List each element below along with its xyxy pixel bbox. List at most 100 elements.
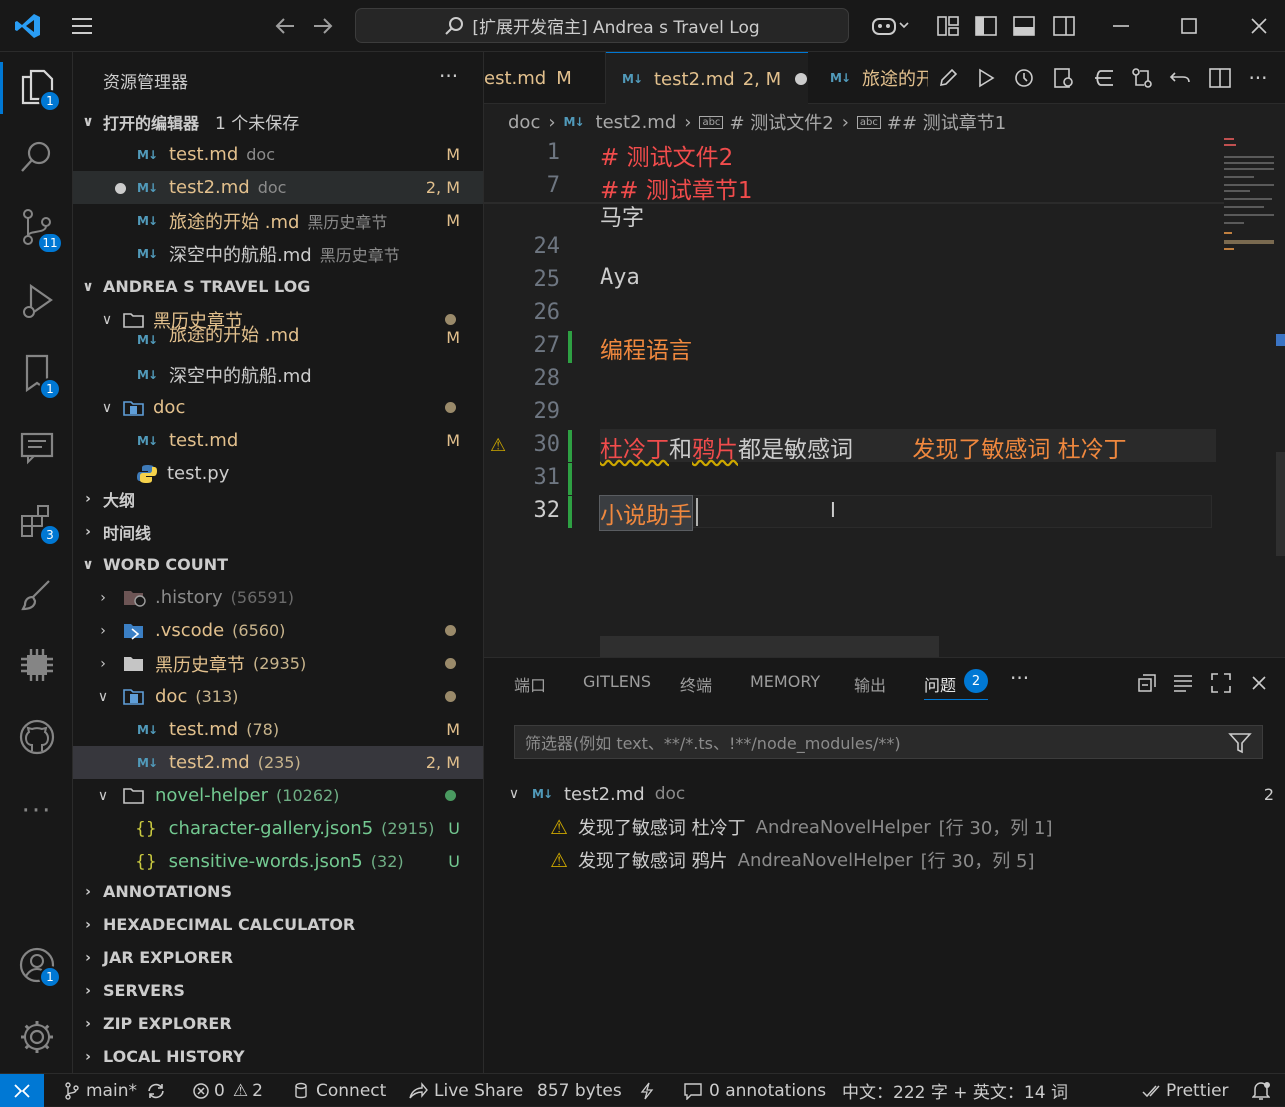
timeline-history-icon[interactable] (1010, 64, 1038, 92)
split-editor-icon[interactable] (1206, 64, 1234, 92)
close-icon[interactable] (1244, 12, 1274, 40)
panel-more-icon[interactable]: ··· (1010, 666, 1029, 690)
breadcrumb-doc[interactable]: doc (508, 112, 540, 133)
tab-journey-md[interactable]: M↓ 旅途的开 (808, 52, 928, 104)
open-editor-item[interactable]: M↓ 旅途的开始 .md 黑历史章节 M (73, 204, 483, 237)
wc-file-item[interactable]: {} character-gallery.json5 (2915) U (73, 812, 483, 845)
wc-folder-item[interactable]: ∨ doc (313) (73, 680, 483, 713)
jar-explorer-header[interactable]: › JAR EXPLORER (73, 941, 483, 974)
more-actions-icon[interactable]: ··· (1244, 64, 1272, 92)
close-panel-icon[interactable] (1246, 670, 1272, 696)
vertical-scrollbar[interactable] (1276, 452, 1285, 556)
minimap[interactable] (1220, 136, 1280, 256)
tab-test2-md[interactable]: M↓ test2.md 2, M (606, 52, 808, 105)
remote-indicator[interactable] (0, 1074, 44, 1107)
horizontal-scrollbar[interactable] (600, 636, 939, 657)
code-area[interactable]: 马字 24 25 Aya 26 27 编程语言 28 29 ⚠ 30 杜冷丁和鸦… (484, 136, 1285, 657)
revert-icon[interactable] (1166, 64, 1194, 92)
toggle-panel-icon[interactable] (1010, 12, 1038, 40)
annotations-status[interactable]: 0 annotations (683, 1074, 826, 1107)
breadcrumb-heading1[interactable]: # 测试文件2 (729, 109, 833, 135)
sidebar-more-button[interactable]: ··· (439, 64, 458, 88)
github-icon[interactable] (14, 714, 60, 760)
file-item[interactable]: test.py (73, 457, 483, 483)
tab-ports[interactable]: 端口 (514, 672, 546, 696)
file-item[interactable]: M↓ 旅途的开始 .md M (73, 325, 483, 347)
forward-arrow-icon[interactable] (308, 12, 338, 40)
unsaved-dot-icon[interactable] (795, 73, 808, 85)
brush-icon[interactable] (14, 572, 60, 618)
open-editor-item[interactable]: M↓ 深空中的航船.md 黑历史章节 (73, 237, 483, 270)
settings-gear-icon[interactable] (14, 1014, 60, 1060)
wc-file-item-selected[interactable]: M↓ test2.md (235) 2, M (73, 746, 483, 779)
tab-output[interactable]: 输出 (854, 672, 886, 696)
search-icon[interactable] (14, 134, 60, 180)
timeline-header[interactable]: › 时间线 (73, 515, 483, 548)
wc-file-item[interactable]: M↓ test.md (78) M (73, 713, 483, 746)
filter-icon[interactable] (1228, 732, 1252, 754)
notifications-bell-icon[interactable] (1252, 1074, 1270, 1107)
live-share[interactable]: Live Share (408, 1074, 523, 1107)
tab-gitlens[interactable]: GITLENS (583, 672, 651, 691)
layout-icon[interactable] (934, 12, 962, 40)
sync-icon[interactable] (146, 1074, 166, 1107)
open-editor-item-active[interactable]: M↓ test2.md doc 2, M (73, 171, 483, 204)
comments-icon[interactable] (14, 424, 60, 470)
copilot-icon[interactable] (866, 12, 914, 40)
word-stats[interactable]: 中文：222 字 + 英文：14 词 (842, 1074, 1068, 1107)
minimize-icon[interactable] (1106, 12, 1136, 40)
tab-memory[interactable]: MEMORY (750, 672, 820, 691)
wc-folder-item[interactable]: › .vscode (6560) (73, 614, 483, 647)
file-item[interactable]: M↓ test.md M (73, 424, 483, 457)
back-arrow-icon[interactable] (270, 12, 300, 40)
more-icon[interactable]: ··· (14, 788, 60, 834)
problem-item[interactable]: ⚠ 发现了敏感词 杜冷丁 AndreaNovelHelper [行 30，列 1… (550, 811, 1053, 843)
tab-test-md[interactable]: est.md M (484, 52, 606, 104)
folder-item[interactable]: ∨ doc (73, 391, 483, 424)
open-editor-item[interactable]: M↓ test.md doc M (73, 138, 483, 171)
toggle-secondary-sidebar-icon[interactable] (1050, 12, 1078, 40)
menu-icon[interactable] (66, 12, 98, 40)
compare-icon[interactable] (1090, 64, 1118, 92)
word-wrap-icon[interactable] (1170, 670, 1196, 696)
db-connect[interactable]: Connect (294, 1074, 386, 1107)
servers-header[interactable]: › SERVERS (73, 974, 483, 1007)
command-center-search[interactable]: [扩展开发宿主] Andrea s Travel Log (355, 8, 849, 43)
hex-calculator-header[interactable]: › HEXADECIMAL CALCULATOR (73, 908, 483, 941)
git-branch[interactable]: main* (64, 1074, 137, 1107)
breadcrumb-heading2[interactable]: ## 测试章节1 (887, 109, 1006, 135)
extensions-icon[interactable]: 3 (14, 498, 61, 546)
file-size[interactable]: 857 bytes (537, 1074, 622, 1107)
zip-explorer-header[interactable]: › ZIP EXPLORER (73, 1007, 483, 1040)
annotations-header[interactable]: › ANNOTATIONS (73, 875, 483, 908)
word-count-header[interactable]: ∨ WORD COUNT (73, 548, 483, 581)
problem-item[interactable]: ⚠ 发现了敏感词 鸦片 AndreaNovelHelper [行 30，列 5] (550, 844, 1035, 876)
wc-folder-item[interactable]: › .history (56591) (73, 581, 483, 614)
wc-file-item[interactable]: {} sensitive-words.json5 (32) U (73, 845, 483, 878)
source-control-icon[interactable]: 11 (14, 204, 63, 254)
problems-filter-input[interactable]: 筛选器(例如 text、**/*.ts、!**/node_modules/**) (514, 725, 1263, 759)
breadcrumb-file[interactable]: test2.md (596, 112, 677, 133)
problems-file-row[interactable]: ∨ M↓ test2.md doc 2 (504, 778, 1274, 810)
open-editors-header[interactable]: ∨ 打开的编辑器 1 个未保存 (73, 105, 483, 138)
local-history-header[interactable]: › LOCAL HISTORY (73, 1040, 483, 1073)
explorer-icon[interactable]: 1 (14, 64, 61, 112)
tab-terminal[interactable]: 终端 (680, 672, 712, 696)
edit-pencil-icon[interactable] (934, 64, 962, 92)
workspace-header[interactable]: ∨ ANDREA S TRAVEL LOG (73, 270, 483, 303)
open-preview-icon[interactable] (1050, 64, 1078, 92)
problems-status[interactable]: 0 ⚠ 2 (192, 1074, 263, 1107)
accounts-icon[interactable]: 1 (14, 942, 61, 988)
tab-problems[interactable]: 问题 2 (924, 669, 989, 700)
maximize-panel-icon[interactable] (1208, 670, 1234, 696)
file-item[interactable]: M↓ 深空中的航船.md (73, 358, 483, 391)
sensitive-word[interactable]: 鸦片 (692, 437, 738, 463)
maximize-icon[interactable] (1174, 12, 1204, 40)
chip-icon[interactable] (14, 642, 60, 688)
run-icon[interactable] (972, 64, 1000, 92)
sticky-scroll[interactable]: 1 # 测试文件2 7 ## 测试章节1 (484, 136, 1224, 204)
outline-header[interactable]: › 大纲 (73, 482, 483, 515)
wc-folder-item[interactable]: ∨ novel-helper (10262) (73, 779, 483, 812)
toggle-sidebar-icon[interactable] (972, 12, 1000, 40)
remote-explorer-icon[interactable]: 1 (14, 350, 61, 400)
